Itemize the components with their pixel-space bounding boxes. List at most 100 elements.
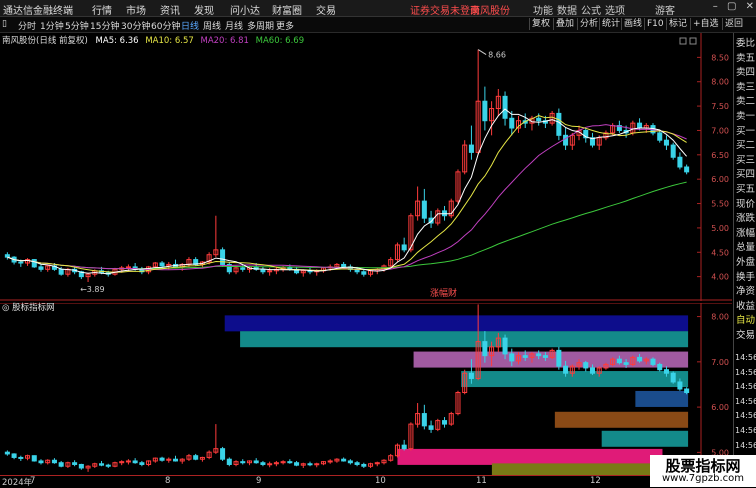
indicator-candle-body bbox=[220, 448, 226, 460]
chart-title: 南风股份(日线 前复权) bbox=[2, 36, 88, 46]
indicator-candle-body bbox=[522, 355, 528, 358]
minimize-icon[interactable]: – bbox=[713, 1, 718, 12]
candle-body bbox=[556, 112, 562, 136]
trade-time: 14:56 bbox=[735, 367, 756, 377]
menu-zixun[interactable]: 资讯 bbox=[160, 2, 180, 17]
indicator-candle-body bbox=[78, 463, 84, 469]
indicator-candle-body bbox=[677, 381, 683, 390]
overlay-button[interactable]: 叠加 bbox=[553, 18, 576, 30]
tab-daily[interactable]: 日线 bbox=[181, 19, 199, 32]
period-toolbar: ▯ 分时 1分钟 5分钟 15分钟 30分钟 60分钟 日线 周线 月线 多周期… bbox=[0, 17, 756, 33]
quote-field-label: 现价 bbox=[736, 198, 756, 210]
high-label: 8.66 bbox=[488, 51, 506, 60]
price-tick-label: 5.50 bbox=[711, 200, 729, 209]
price-tick-label: 4.50 bbox=[711, 248, 729, 257]
price-tick-label: 4.00 bbox=[711, 273, 729, 282]
expand-icon bbox=[679, 37, 687, 45]
quote-field-label: 自动 bbox=[736, 315, 756, 327]
trade-time: 14:56 bbox=[735, 411, 756, 421]
candle-body bbox=[502, 95, 508, 119]
indicator-candle-body bbox=[361, 463, 367, 467]
maximize-icon[interactable]: ▢ bbox=[727, 1, 736, 12]
stock-name-link[interactable]: 南风股份 bbox=[470, 2, 510, 17]
candle-body bbox=[657, 132, 663, 141]
menu-xuanxiang[interactable]: 选项 bbox=[605, 2, 625, 17]
statistics-button[interactable]: 统计 bbox=[599, 18, 622, 30]
indicator-candle-body bbox=[536, 353, 542, 357]
indicator-tick-label: 8.00 bbox=[711, 313, 729, 322]
guest-label[interactable]: 游客 bbox=[655, 2, 675, 17]
tab-multiperiod[interactable]: 多周期 bbox=[247, 19, 274, 32]
adjust-button[interactable]: 复权 bbox=[529, 18, 552, 30]
indicator-chart[interactable]: 5.006.007.008.00 bbox=[0, 303, 732, 475]
quote-field-label: 买三 bbox=[736, 154, 756, 166]
indicator-band bbox=[240, 331, 689, 348]
candlestick-chart[interactable]: 4.00 4.50 5.00 5.50 6.00 6.50 7.00 7.50 8.00 8.50… bbox=[0, 33, 732, 301]
menu-shuju[interactable]: 数据 bbox=[557, 2, 577, 17]
menu-hangqing[interactable]: 行情 bbox=[92, 2, 112, 17]
indicator-candle-body bbox=[354, 462, 360, 465]
menu-gongshi[interactable]: 公式 bbox=[581, 2, 601, 17]
price-tick-label: 6.00 bbox=[711, 175, 729, 184]
candle-body bbox=[468, 144, 474, 153]
back-button[interactable]: 返回 bbox=[722, 18, 745, 30]
price-tick-label: 8.50 bbox=[711, 53, 729, 62]
menu-caifuquan[interactable]: 财富圈 bbox=[272, 2, 302, 17]
analysis-button[interactable]: 分析 bbox=[577, 18, 600, 30]
indicator-band bbox=[635, 390, 689, 407]
tab-30min[interactable]: 30分钟 bbox=[121, 19, 150, 32]
candle-body bbox=[31, 259, 37, 268]
mark-button[interactable]: 标记 bbox=[666, 18, 689, 30]
indicator-candle-body bbox=[657, 363, 663, 371]
close-icon[interactable]: ✕ bbox=[746, 1, 754, 12]
indicator-candle-body bbox=[563, 365, 569, 374]
indicator-candle-body bbox=[193, 455, 199, 460]
quote-field-label: 涨幅 bbox=[736, 227, 756, 239]
indicator-candle-body bbox=[509, 353, 515, 362]
price-tick-label: 8.00 bbox=[711, 78, 729, 87]
tab-weekly[interactable]: 周线 bbox=[203, 19, 221, 32]
sidebar-toggle-icon[interactable]: ▯ bbox=[2, 19, 7, 29]
quote-field-label: 委比 bbox=[736, 38, 756, 49]
tab-5min[interactable]: 5分钟 bbox=[65, 19, 89, 32]
indicator-candle-body bbox=[253, 460, 259, 464]
candle-body bbox=[18, 261, 24, 264]
indicator-candle-body bbox=[267, 463, 273, 466]
indicator-tick-label: 6.00 bbox=[711, 403, 729, 412]
window-controls[interactable]: – ▢ ✕ bbox=[713, 1, 754, 12]
tab-more[interactable]: 更多 bbox=[276, 19, 294, 32]
quote-field-label: 收益 bbox=[736, 300, 756, 312]
indicator-band bbox=[554, 411, 689, 428]
draw-line-button[interactable]: 画线 bbox=[621, 18, 644, 30]
tab-1min[interactable]: 1分钟 bbox=[40, 19, 64, 32]
menu-faxian[interactable]: 发现 bbox=[194, 2, 214, 17]
indicator-candle-body bbox=[616, 358, 622, 364]
date-month-9: 9 bbox=[256, 476, 262, 486]
indicator-candle-body bbox=[670, 372, 676, 383]
indicator-tick-label: 7.00 bbox=[711, 358, 729, 367]
quote-field-label: 卖五 bbox=[736, 52, 756, 64]
chart-legend: 南风股份(日线 前复权) MA5: 6.36 MA10: 6.57 MA20: … bbox=[2, 34, 304, 46]
f10-button[interactable]: F10 bbox=[644, 18, 666, 30]
indicator-candle-body bbox=[139, 462, 145, 465]
indicator-legend: ◎ 股标指标网 bbox=[2, 301, 55, 313]
watermark-logo: 股票指标网 www.7gpzb.com bbox=[650, 455, 756, 487]
tab-15min[interactable]: 15分钟 bbox=[90, 19, 119, 32]
indicator-candle-body bbox=[421, 413, 427, 427]
menu-jiaoyi[interactable]: 交易 bbox=[316, 2, 336, 17]
indicator-candle-body bbox=[502, 337, 508, 355]
tab-monthly[interactable]: 月线 bbox=[225, 19, 243, 32]
settings-icon[interactable]: ◎ bbox=[2, 303, 9, 313]
menu-wenxiaoda[interactable]: 问小达 bbox=[230, 2, 260, 17]
menu-shichang[interactable]: 市场 bbox=[126, 2, 146, 17]
indicator-candle-body bbox=[294, 462, 300, 466]
indicator-candle-body bbox=[589, 367, 595, 374]
tab-60min[interactable]: 60分钟 bbox=[151, 19, 180, 32]
indicator-candle-body bbox=[58, 462, 64, 467]
tab-fenshi[interactable]: 分时 bbox=[18, 19, 36, 32]
menu-gongneng[interactable]: 功能 bbox=[533, 2, 553, 17]
trade-time: 14:56 bbox=[735, 353, 756, 362]
candle-body bbox=[267, 270, 273, 273]
high-marker bbox=[477, 49, 487, 55]
add-watchlist-button[interactable]: +自选 bbox=[690, 18, 721, 30]
